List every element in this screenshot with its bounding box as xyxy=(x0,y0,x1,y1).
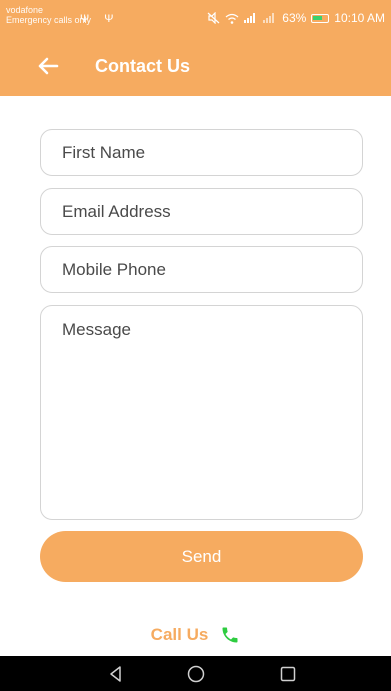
message-field[interactable] xyxy=(40,305,363,520)
carrier-name: vodafone xyxy=(6,5,44,15)
first-name-field[interactable] xyxy=(40,129,363,176)
back-button[interactable] xyxy=(36,52,66,82)
status-time: 10:10 AM xyxy=(334,11,385,25)
carrier-status: Emergency calls only xyxy=(6,15,92,25)
phone-icon xyxy=(222,627,238,643)
wifi-icon xyxy=(225,13,239,24)
recents-square-icon xyxy=(280,666,296,682)
send-button[interactable]: Send xyxy=(40,531,363,582)
call-us-button[interactable]: Call Us xyxy=(0,622,391,648)
status-bar: vodafone Emergency calls only Ψ Ψ 63% 10… xyxy=(0,0,391,40)
battery-percent: 63% xyxy=(282,11,307,25)
arrow-left-icon xyxy=(38,57,59,75)
signal-icon-secondary xyxy=(263,13,277,23)
page-title: Contact Us xyxy=(95,56,191,76)
signal-icon xyxy=(244,13,258,23)
app-bar: Contact Us xyxy=(0,40,391,96)
mobile-phone-field[interactable] xyxy=(40,246,363,293)
back-triangle-icon xyxy=(110,666,121,682)
system-nav-bar xyxy=(0,656,391,691)
status-icons: 63% 10:10 AM xyxy=(207,11,385,25)
nav-home-button[interactable] xyxy=(186,664,206,684)
nav-back-button[interactable] xyxy=(106,664,126,684)
nav-recents-button[interactable] xyxy=(278,664,298,684)
home-circle-icon xyxy=(187,665,205,683)
usb-icon: Ψ Ψ xyxy=(80,13,120,25)
mute-icon xyxy=(207,12,220,24)
call-us-label: Call Us xyxy=(150,625,209,644)
carrier-info: vodafone Emergency calls only xyxy=(6,5,91,25)
battery-icon xyxy=(311,13,330,23)
email-field[interactable] xyxy=(40,188,363,235)
